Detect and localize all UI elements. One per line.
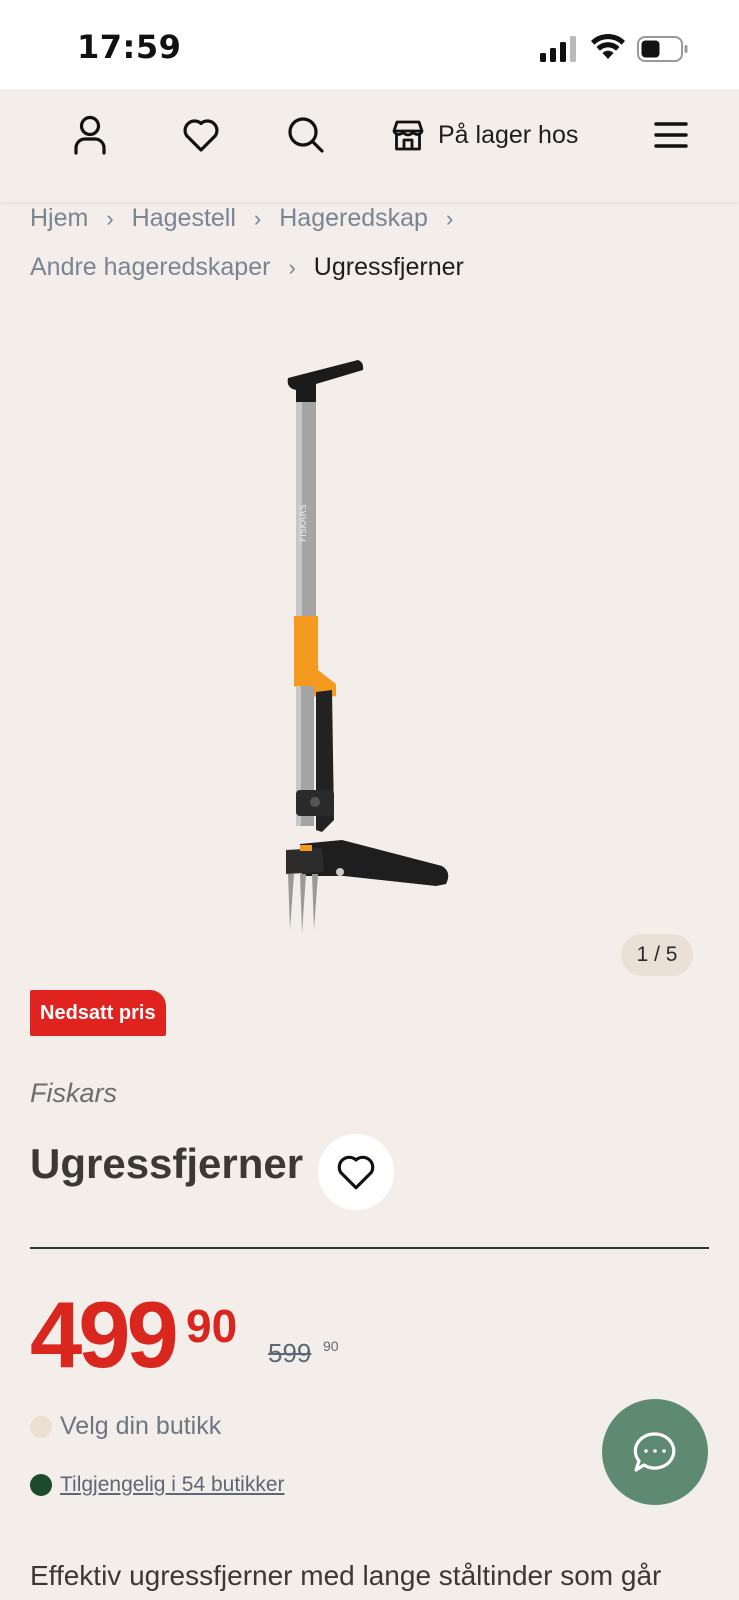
account-button[interactable] xyxy=(68,111,112,159)
product-brand[interactable]: Fiskars xyxy=(30,1078,117,1109)
menu-icon xyxy=(654,122,688,148)
breadcrumb-link-hagestell[interactable]: Hagestell xyxy=(132,194,236,243)
menu-button[interactable] xyxy=(650,111,692,159)
chevron-right-icon: › xyxy=(253,206,262,231)
breadcrumb-link-andre-hageredskaper[interactable]: Andre hageredskaper xyxy=(30,243,270,292)
choose-store-button[interactable]: Velg din butikk xyxy=(30,1412,221,1441)
image-counter: 1 / 5 xyxy=(621,934,693,976)
sale-badge: Nedsatt pris xyxy=(30,990,166,1036)
store-icon xyxy=(392,120,424,151)
old-price: 599 xyxy=(268,1338,312,1368)
top-navigation: På lager hos xyxy=(0,89,739,202)
add-to-favorites-button[interactable] xyxy=(318,1134,394,1210)
breadcrumb-link-hjem[interactable]: Hjem xyxy=(30,194,88,243)
wifi-icon xyxy=(591,33,625,59)
section-divider xyxy=(30,1247,709,1249)
store-stock-button[interactable]: På lager hos xyxy=(392,111,592,159)
chevron-right-icon: › xyxy=(445,206,454,231)
chat-button[interactable] xyxy=(602,1399,708,1505)
status-time: 17:59 xyxy=(77,28,182,66)
status-bar: 17:59 xyxy=(0,0,739,89)
chevron-right-icon: › xyxy=(288,255,296,280)
heart-icon xyxy=(337,1155,375,1190)
product-image[interactable]: FISKARS xyxy=(260,340,480,960)
svg-text:FISKARS: FISKARS xyxy=(299,504,309,542)
price-decimals: 90 xyxy=(186,1300,238,1352)
store-status-dot xyxy=(30,1415,52,1438)
chevron-right-icon: › xyxy=(106,206,114,231)
old-price-decimals: 90 xyxy=(323,1338,339,1354)
price-main: 499 xyxy=(30,1282,179,1387)
product-description: Effektiv ugressfjerner med lange ståltin… xyxy=(30,1560,662,1591)
favorites-button[interactable] xyxy=(178,111,224,159)
breadcrumb-current: Ugressfjerner xyxy=(313,253,464,281)
chat-bubble-icon xyxy=(633,1432,676,1472)
store-stock-label: På lager hos xyxy=(438,120,579,149)
availability-link[interactable]: Tilgjengelig i 54 butikker xyxy=(60,1473,285,1497)
heart-icon xyxy=(183,119,219,152)
availability-row: Tilgjengelig i 54 butikker xyxy=(30,1473,285,1497)
battery-icon xyxy=(637,36,688,62)
product-title: Ugressfjerner xyxy=(30,1140,304,1187)
search-button[interactable] xyxy=(284,111,328,159)
breadcrumb: Hjem › Hagestell › Hageredskap › Andre hagered… xyxy=(30,194,720,292)
choose-store-label: Velg din butikk xyxy=(60,1412,222,1440)
breadcrumb-link-hageredskap[interactable]: Hageredskap xyxy=(279,194,428,243)
account-icon xyxy=(74,115,106,155)
signal-icon xyxy=(540,36,576,62)
availability-dot xyxy=(30,1474,52,1496)
search-icon xyxy=(288,117,324,153)
